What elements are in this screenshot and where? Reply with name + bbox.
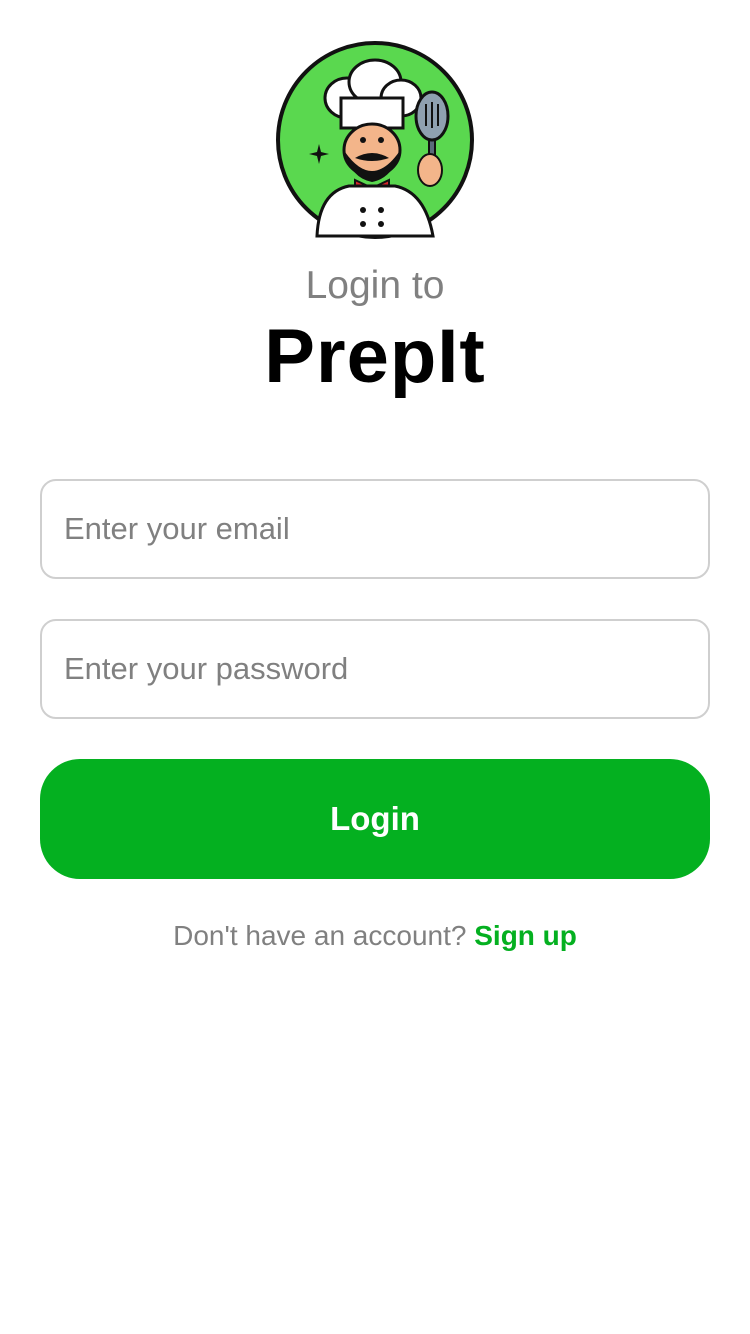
email-field[interactable] xyxy=(40,479,710,579)
signup-link[interactable]: Sign up xyxy=(474,920,577,951)
login-button[interactable]: Login xyxy=(40,759,710,879)
login-subtitle: Login to xyxy=(305,264,445,307)
chef-mascot-icon xyxy=(275,40,475,240)
password-input[interactable] xyxy=(42,621,708,717)
signup-prompt: Don't have an account? xyxy=(173,920,467,951)
app-name-title: PrepIt xyxy=(264,314,486,399)
signup-row: Don't have an account? Sign up xyxy=(0,916,750,956)
email-input[interactable] xyxy=(42,481,708,577)
password-field[interactable] xyxy=(40,619,710,719)
